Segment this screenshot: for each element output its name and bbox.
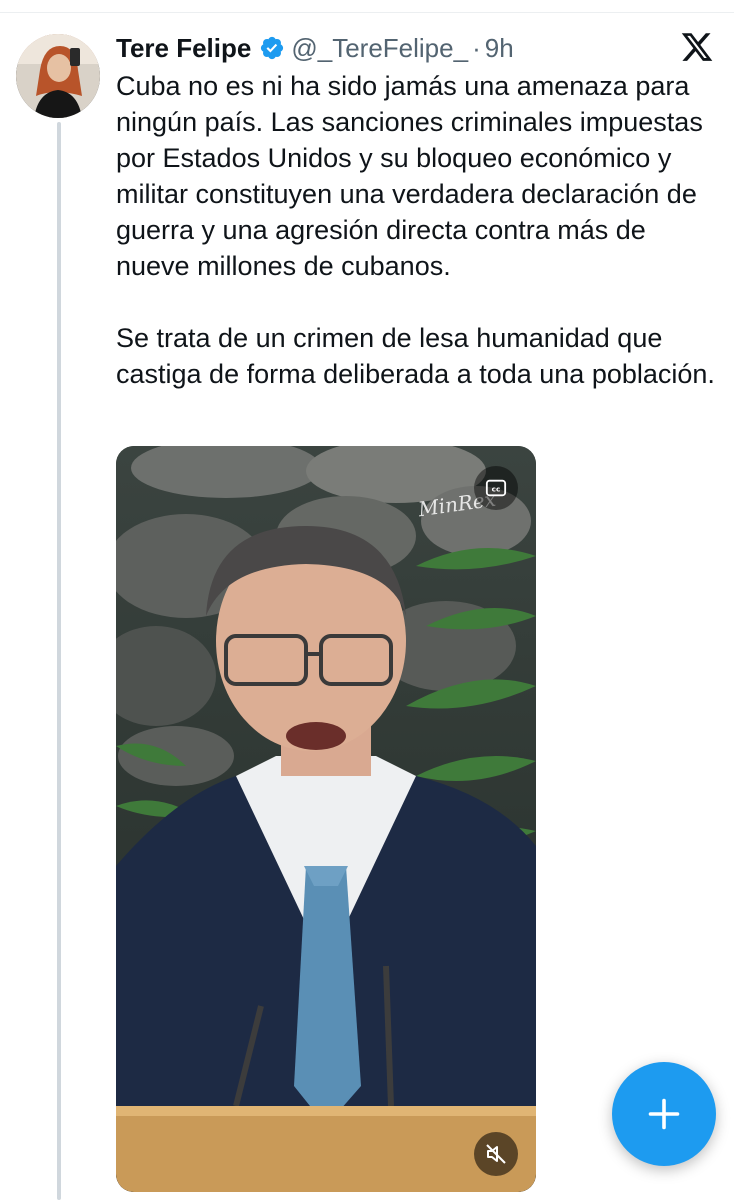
video-frame [116, 446, 536, 1192]
author-name[interactable]: Tere Felipe [116, 33, 251, 64]
tweet-text: Cuba no es ni ha sido jamás una amenaza … [116, 68, 716, 392]
video-player[interactable] [116, 446, 536, 1192]
closed-captions-button[interactable]: cc [474, 466, 518, 510]
separator-dot: · [472, 32, 481, 63]
tweet-paragraph: Se trata de un crimen de lesa humanidad … [116, 323, 715, 389]
tweet-header: Tere Felipe @_TereFelipe_ · 9h [116, 30, 514, 66]
speaker-muted-icon [486, 1144, 506, 1164]
compose-button[interactable] [612, 1062, 716, 1166]
author-avatar[interactable] [16, 34, 100, 118]
avatar-image [16, 34, 100, 118]
verified-badge-icon [261, 36, 284, 60]
mute-button[interactable] [474, 1132, 518, 1176]
tweet-paragraph: Cuba no es ni ha sido jamás una amenaza … [116, 71, 703, 281]
top-divider [0, 12, 734, 13]
plus-icon [648, 1098, 680, 1130]
timestamp[interactable]: 9h [485, 33, 514, 64]
thread-line [57, 122, 61, 1200]
author-handle[interactable]: @_TereFelipe_ [291, 33, 468, 64]
svg-text:cc: cc [492, 485, 501, 494]
closed-captions-icon: cc [485, 479, 507, 497]
x-logo-icon [681, 33, 713, 61]
